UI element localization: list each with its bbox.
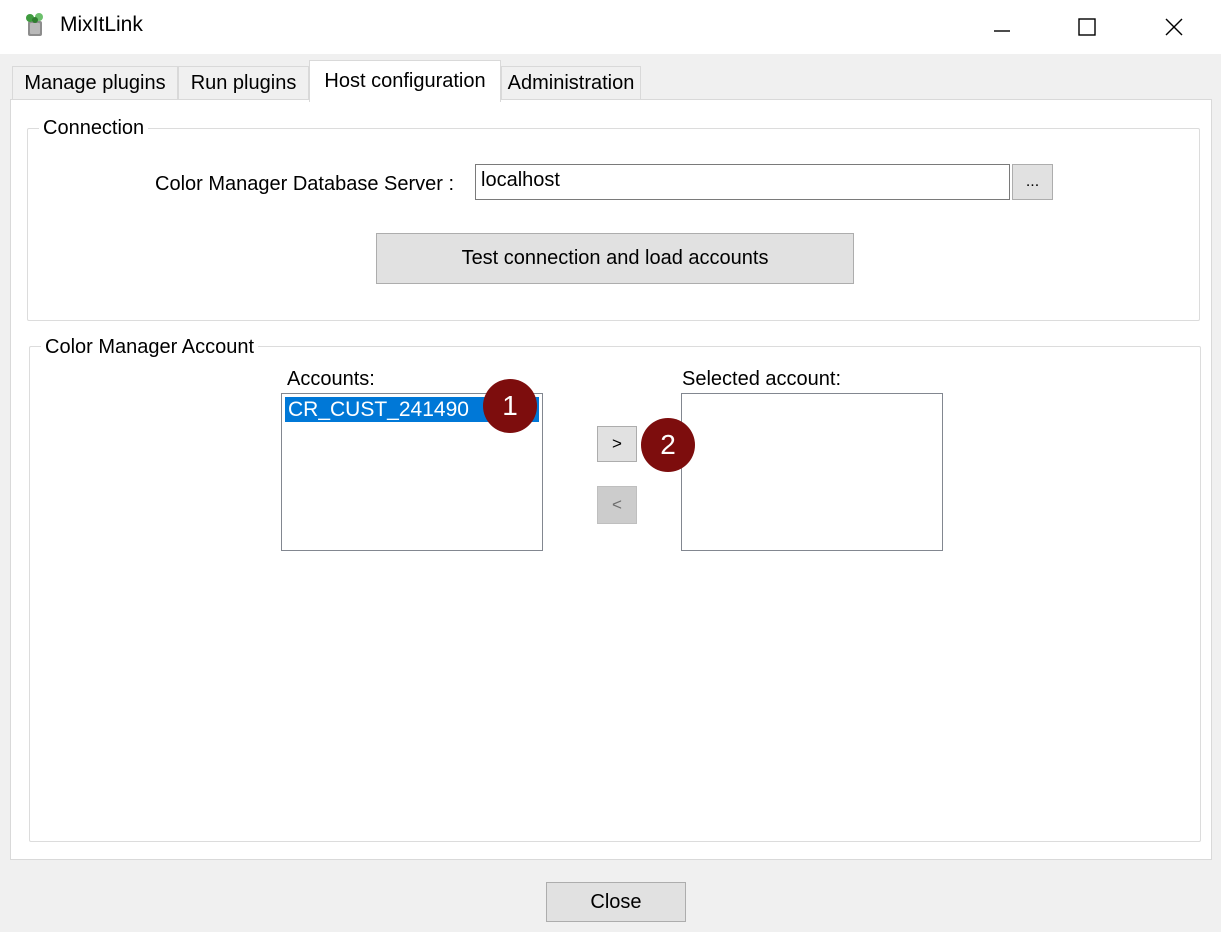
server-input[interactable]: localhost bbox=[475, 164, 1010, 200]
tab-strip: Manage plugins Run plugins Host configur… bbox=[0, 54, 1221, 102]
tab-administration[interactable]: Administration bbox=[501, 66, 641, 100]
minimize-button[interactable] bbox=[962, 0, 1042, 54]
connection-group-title: Connection bbox=[39, 117, 149, 140]
close-button[interactable]: Close bbox=[546, 882, 686, 922]
tab-host-configuration[interactable]: Host configuration bbox=[309, 60, 501, 102]
add-account-button[interactable]: > bbox=[597, 426, 637, 462]
tab-run-plugins[interactable]: Run plugins bbox=[178, 66, 309, 100]
close-window-button[interactable] bbox=[1134, 0, 1214, 54]
host-configuration-panel: Connection Color Manager Database Server… bbox=[10, 99, 1212, 860]
selected-account-label: Selected account: bbox=[682, 368, 841, 390]
connection-groupbox bbox=[27, 128, 1200, 321]
server-label: Color Manager Database Server : bbox=[155, 173, 455, 195]
minimize-icon bbox=[994, 30, 1010, 32]
step-2-marker: 2 bbox=[641, 418, 695, 472]
maximize-button[interactable] bbox=[1047, 0, 1127, 54]
accounts-label: Accounts: bbox=[287, 368, 375, 390]
close-icon bbox=[1165, 18, 1183, 36]
mixitlink-app-icon bbox=[26, 13, 43, 36]
maximize-icon bbox=[1078, 18, 1096, 36]
account-group-title: Color Manager Account bbox=[41, 336, 259, 359]
test-connection-button[interactable]: Test connection and load accounts bbox=[376, 233, 854, 284]
title-bar: MixItLink bbox=[0, 0, 1221, 54]
selected-account-listbox[interactable] bbox=[681, 393, 943, 551]
step-1-marker: 1 bbox=[483, 379, 537, 433]
tab-manage-plugins[interactable]: Manage plugins bbox=[12, 66, 178, 100]
browse-server-button[interactable]: ... bbox=[1012, 164, 1053, 200]
window-title: MixItLink bbox=[60, 13, 143, 36]
remove-account-button: < bbox=[597, 486, 637, 524]
account-groupbox bbox=[29, 346, 1201, 842]
